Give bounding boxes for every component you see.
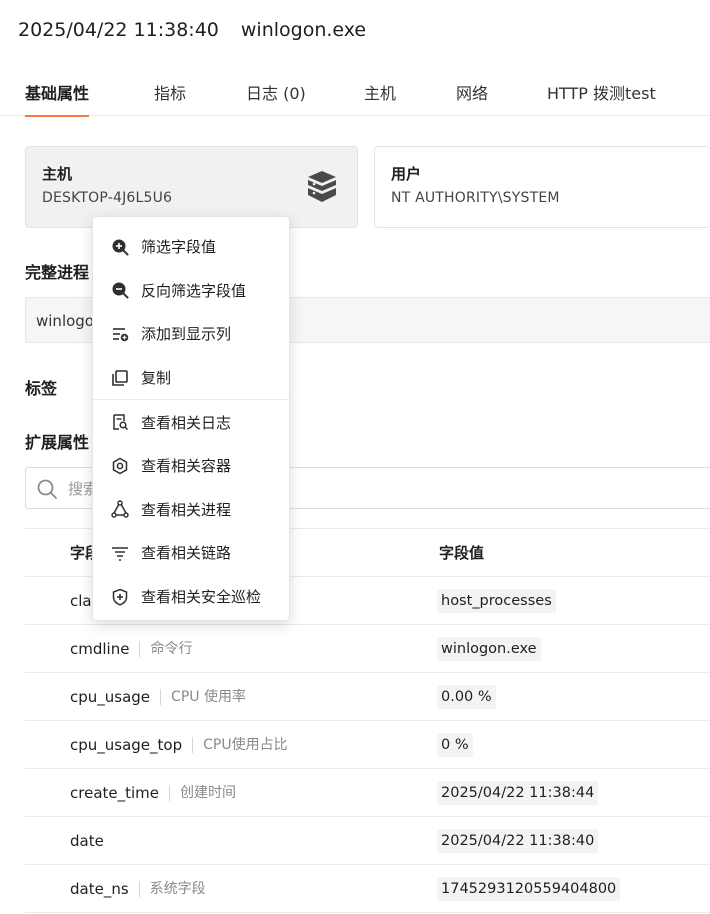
menu-item-copy[interactable]: 复制 xyxy=(93,356,289,400)
separator xyxy=(192,737,194,753)
context-menu: 筛选字段值 反向筛选字段值 添加到显示列 复制 查看相关日志 查看相关容器 查看… xyxy=(92,216,290,621)
separator xyxy=(169,785,171,801)
field-value[interactable]: 2025/04/22 11:38:40 xyxy=(437,829,599,853)
menu-item-related-traces[interactable]: 查看相关链路 xyxy=(93,531,289,575)
log-search-icon xyxy=(113,414,129,431)
database-server-icon xyxy=(308,171,336,202)
search-icon xyxy=(37,479,57,499)
user-card-label: 用户 xyxy=(391,165,422,183)
field-value[interactable]: 1745293120559404800 xyxy=(437,877,621,901)
table-row[interactable]: date_ns 系统字段 1745293120559404800 xyxy=(25,865,710,913)
table-row[interactable]: date 2025/04/22 11:38:40 xyxy=(25,817,710,865)
table-row[interactable]: cmdline 命令行 winlogon.exe xyxy=(25,625,710,673)
process-icon xyxy=(111,500,129,519)
separator xyxy=(160,689,162,705)
field-name: cla xyxy=(70,592,92,610)
menu-item-related-containers[interactable]: 查看相关容器 xyxy=(93,444,289,488)
tab-http-probe[interactable]: HTTP 拨测test xyxy=(547,70,656,116)
field-description: 系统字段 xyxy=(149,881,206,897)
shield-icon xyxy=(112,588,128,606)
menu-item-label: 查看相关进程 xyxy=(141,500,232,519)
page-header: 2025/04/22 11:38:40 winlogon.exe xyxy=(18,14,366,46)
field-value[interactable]: winlogon.exe xyxy=(437,637,541,661)
menu-item-label: 筛选字段值 xyxy=(141,238,217,257)
menu-item-related-processes[interactable]: 查看相关进程 xyxy=(93,488,289,532)
table-row[interactable]: cpu_usage_top CPU使用占比 0 % xyxy=(25,721,710,769)
host-card-value: DESKTOP-4J6L5U6 xyxy=(42,190,173,206)
table-row[interactable]: cpu_usage CPU 使用率 0.00 % xyxy=(25,673,710,721)
menu-item-label: 复制 xyxy=(141,369,172,388)
user-card-value: NT AUTHORITY\SYSTEM xyxy=(391,190,560,206)
tab-basic-attributes[interactable]: 基础属性 xyxy=(25,70,90,117)
menu-item-add-column[interactable]: 添加到显示列 xyxy=(93,312,289,356)
menu-item-label: 查看相关容器 xyxy=(141,457,232,476)
tags-title: 标签 xyxy=(25,379,58,398)
table-row[interactable]: create_time 创建时间 2025/04/22 11:38:44 xyxy=(25,769,710,817)
field-name: cpu_usage xyxy=(70,688,151,706)
field-description: 命令行 xyxy=(150,641,193,657)
tab-metrics[interactable]: 指标 xyxy=(154,70,186,116)
menu-item-label: 添加到显示列 xyxy=(141,325,232,344)
header-timestamp: 2025/04/22 11:38:40 xyxy=(18,19,219,41)
copy-icon xyxy=(112,369,128,386)
field-value[interactable]: 2025/04/22 11:38:44 xyxy=(437,781,599,805)
tab-bar: 基础属性 指标 日志 (0) 主机 网络 HTTP 拨测test xyxy=(0,70,710,117)
field-value[interactable]: host_processes xyxy=(437,589,556,613)
field-name: cpu_usage_top xyxy=(70,736,183,754)
menu-item-label: 查看相关安全巡检 xyxy=(141,588,262,607)
menu-item-filter-value[interactable]: 筛选字段值 xyxy=(93,225,289,269)
extended-attributes-title: 扩展属性 xyxy=(25,433,90,452)
menu-item-label: 查看相关链路 xyxy=(141,544,232,563)
field-description: CPU 使用率 xyxy=(171,689,246,705)
full-process-title: 完整进程 xyxy=(25,263,90,282)
header-process-name: winlogon.exe xyxy=(240,19,367,41)
field-name: cmdline xyxy=(70,640,130,658)
field-name: date xyxy=(70,832,104,850)
menu-item-related-logs[interactable]: 查看相关日志 xyxy=(93,400,289,444)
field-name: create_time xyxy=(70,784,160,802)
container-icon xyxy=(112,457,128,475)
field-description: CPU使用占比 xyxy=(203,737,288,753)
field-value[interactable]: 0.00 % xyxy=(437,685,496,709)
trace-icon xyxy=(112,547,128,561)
user-card[interactable]: 用户 NT AUTHORITY\SYSTEM xyxy=(374,146,710,228)
zoom-in-icon xyxy=(112,239,129,256)
separator xyxy=(138,881,140,897)
menu-item-label: 反向筛选字段值 xyxy=(141,281,247,300)
menu-item-reverse-filter[interactable]: 反向筛选字段值 xyxy=(93,269,289,313)
header-value: 字段值 xyxy=(439,544,485,562)
separator xyxy=(139,641,141,657)
host-card-label: 主机 xyxy=(42,165,73,183)
field-value[interactable]: 0 % xyxy=(437,733,473,757)
zoom-out-icon xyxy=(112,282,129,299)
menu-item-related-security[interactable]: 查看相关安全巡检 xyxy=(93,575,289,619)
field-name: date_ns xyxy=(70,880,129,898)
field-description: 创建时间 xyxy=(180,785,237,801)
menu-item-label: 查看相关日志 xyxy=(141,413,232,432)
add-column-icon xyxy=(113,328,129,342)
tab-logs[interactable]: 日志 (0) xyxy=(246,70,306,116)
tab-host[interactable]: 主机 xyxy=(364,70,396,116)
tab-network[interactable]: 网络 xyxy=(456,70,488,116)
